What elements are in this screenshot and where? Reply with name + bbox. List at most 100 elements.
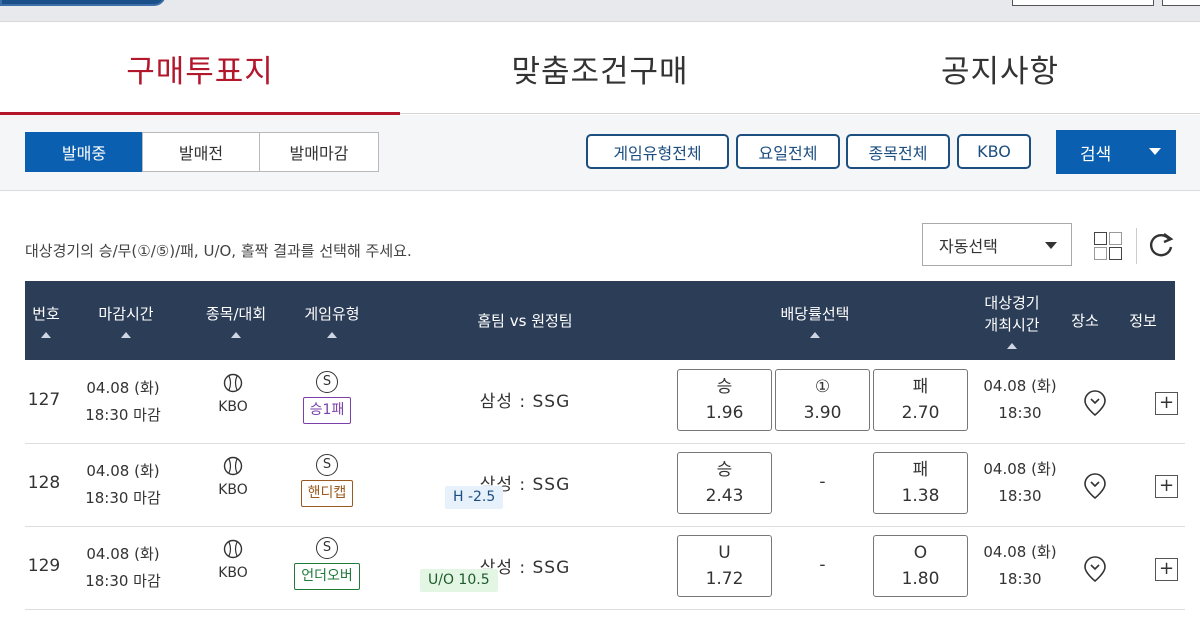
row-number: 128 [27, 473, 61, 493]
sort-icon [121, 332, 131, 338]
special-game-icon: S [316, 454, 338, 476]
location-pin-icon[interactable] [1083, 472, 1107, 500]
col-game-type[interactable]: 게임유형 [289, 281, 375, 360]
auto-select-label: 자동선택 [939, 236, 998, 256]
info-expand-button[interactable]: + [1155, 475, 1178, 498]
deadline-time: 18:30 마감 [85, 489, 161, 507]
filter-weekday[interactable]: 요일전체 [736, 134, 840, 169]
col-num[interactable]: 번호 [25, 281, 67, 360]
col-game-time[interactable]: 대상경기 개최시간 [967, 281, 1057, 360]
game-start-time: 18:30 [998, 487, 1042, 505]
sort-icon [231, 332, 241, 338]
odds-label: 패 [912, 377, 929, 397]
game-date: 04.08 (화) [983, 543, 1057, 561]
odds-button-home[interactable]: U 1.72 [677, 535, 772, 597]
deadline-time: 18:30 마감 [85, 406, 161, 424]
tab-purchase-slip[interactable]: 구매투표지 [0, 22, 400, 115]
filter-sport[interactable]: 종목전체 [846, 134, 950, 169]
odds-label: 패 [912, 460, 929, 480]
col-match: 홈팀 vs 원정팀 [477, 311, 573, 330]
chevron-down-icon [1045, 242, 1057, 249]
special-game-icon: S [316, 371, 338, 393]
odds-button-away[interactable]: O 1.80 [873, 535, 968, 597]
odds-value: 1.80 [901, 569, 940, 589]
odds-button-draw[interactable]: ① 3.90 [775, 369, 870, 431]
odds-value: 1.72 [705, 569, 744, 589]
tab-custom-purchase[interactable]: 맞춤조건구매 [400, 22, 800, 114]
odds-value: 2.70 [901, 403, 940, 423]
instruction-text: 대상경기의 승/무(①/⑤)/패, U/O, 홀짝 결과를 선택해 주세요. [25, 242, 412, 260]
location-pin-icon[interactable] [1083, 389, 1107, 417]
checkbox-grid-icon[interactable] [1090, 228, 1124, 262]
sale-status-tabs: 발매중 발매전 발매마감 [25, 132, 379, 172]
game-type: S 핸디캡 [287, 454, 367, 507]
sport: KBO [210, 539, 256, 581]
col-venue: 장소 [1071, 311, 1099, 330]
deadline-date: 04.08 (화) [86, 462, 160, 480]
league-label: KBO [218, 399, 248, 415]
odds-value: 2.43 [705, 486, 744, 506]
odds-label: U [718, 543, 731, 563]
odds-button-away[interactable]: 패 1.38 [873, 452, 968, 514]
info-expand-button[interactable]: + [1155, 392, 1178, 415]
col-deadline[interactable]: 마감시간 [83, 281, 169, 360]
odds-value: 1.96 [705, 403, 744, 423]
brand-logo[interactable] [0, 0, 166, 6]
row-number: 127 [27, 390, 61, 410]
table-row: 129 04.08 (화) 18:30 마감 KBO S 언더오버 삼성 : SSG U/O … [25, 527, 1185, 610]
sort-icon [810, 332, 820, 338]
game-time: 04.08 (화) 18:30 [970, 456, 1070, 510]
special-game-icon: S [316, 537, 338, 559]
status-tab-closed[interactable]: 발매마감 [259, 132, 379, 172]
top-strip [0, 0, 1200, 22]
deadline: 04.08 (화) 18:30 마감 [73, 541, 173, 595]
chevron-down-icon [1149, 148, 1161, 155]
top-right-button[interactable] [1012, 0, 1154, 6]
league-label: KBO [218, 565, 248, 581]
game-start-time: 18:30 [998, 404, 1042, 422]
odds-unavailable: - [819, 555, 826, 575]
baseball-icon [223, 456, 243, 476]
odds-button-home[interactable]: 승 2.43 [677, 452, 772, 514]
top-right-small-button[interactable] [1162, 0, 1200, 6]
odds-label: 승 [716, 377, 733, 397]
status-tab-before-sale[interactable]: 발매전 [142, 132, 260, 172]
tab-notice[interactable]: 공지사항 [800, 22, 1200, 114]
sort-icon [1007, 343, 1017, 349]
search-button[interactable]: 검색 [1056, 130, 1176, 174]
filter-league[interactable]: KBO [957, 134, 1031, 169]
sort-icon [41, 332, 51, 338]
deadline-time: 18:30 마감 [85, 572, 161, 590]
divider [1136, 228, 1137, 264]
game-start-time: 18:30 [998, 570, 1042, 588]
odds-button-away[interactable]: 패 2.70 [873, 369, 968, 431]
odds-label: 승 [716, 460, 733, 480]
col-odds[interactable]: 배당률선택 [765, 281, 865, 360]
sport: KBO [210, 456, 256, 498]
game-date: 04.08 (화) [983, 460, 1057, 478]
game-type-badge: 핸디캡 [300, 480, 354, 507]
table-header: 번호 마감시간 종목/대회 게임유형 홈팀 vs 원정팀 배당률선택 대상경기 개… [25, 281, 1175, 360]
odds-value: 1.38 [901, 486, 940, 506]
status-tab-on-sale[interactable]: 발매중 [25, 132, 143, 172]
filter-game-type[interactable]: 게임유형전체 [586, 134, 729, 169]
deadline-date: 04.08 (화) [86, 379, 160, 397]
league-label: KBO [218, 482, 248, 498]
filter-bar: 발매중 발매전 발매마감 게임유형전체 요일전체 종목전체 KBO 검색 [0, 115, 1200, 191]
deadline: 04.08 (화) 18:30 마감 [73, 458, 173, 512]
baseball-icon [223, 539, 243, 559]
sport: KBO [210, 373, 256, 415]
info-expand-button[interactable]: + [1155, 558, 1178, 581]
odds-button-home[interactable]: 승 1.96 [677, 369, 772, 431]
handicap-tag: U/O 10.5 [420, 569, 498, 592]
odds-label: O [913, 543, 928, 563]
game-time: 04.08 (화) 18:30 [970, 373, 1070, 427]
game-date: 04.08 (화) [983, 377, 1057, 395]
auto-select-dropdown[interactable]: 자동선택 [922, 223, 1072, 266]
odds-label: ① [814, 377, 831, 397]
location-pin-icon[interactable] [1083, 555, 1107, 583]
refresh-icon[interactable] [1147, 230, 1175, 260]
main-tabs: 구매투표지 맞춤조건구매 공지사항 [0, 22, 1200, 115]
deadline: 04.08 (화) 18:30 마감 [73, 375, 173, 429]
col-sport[interactable]: 종목/대회 [191, 281, 281, 360]
